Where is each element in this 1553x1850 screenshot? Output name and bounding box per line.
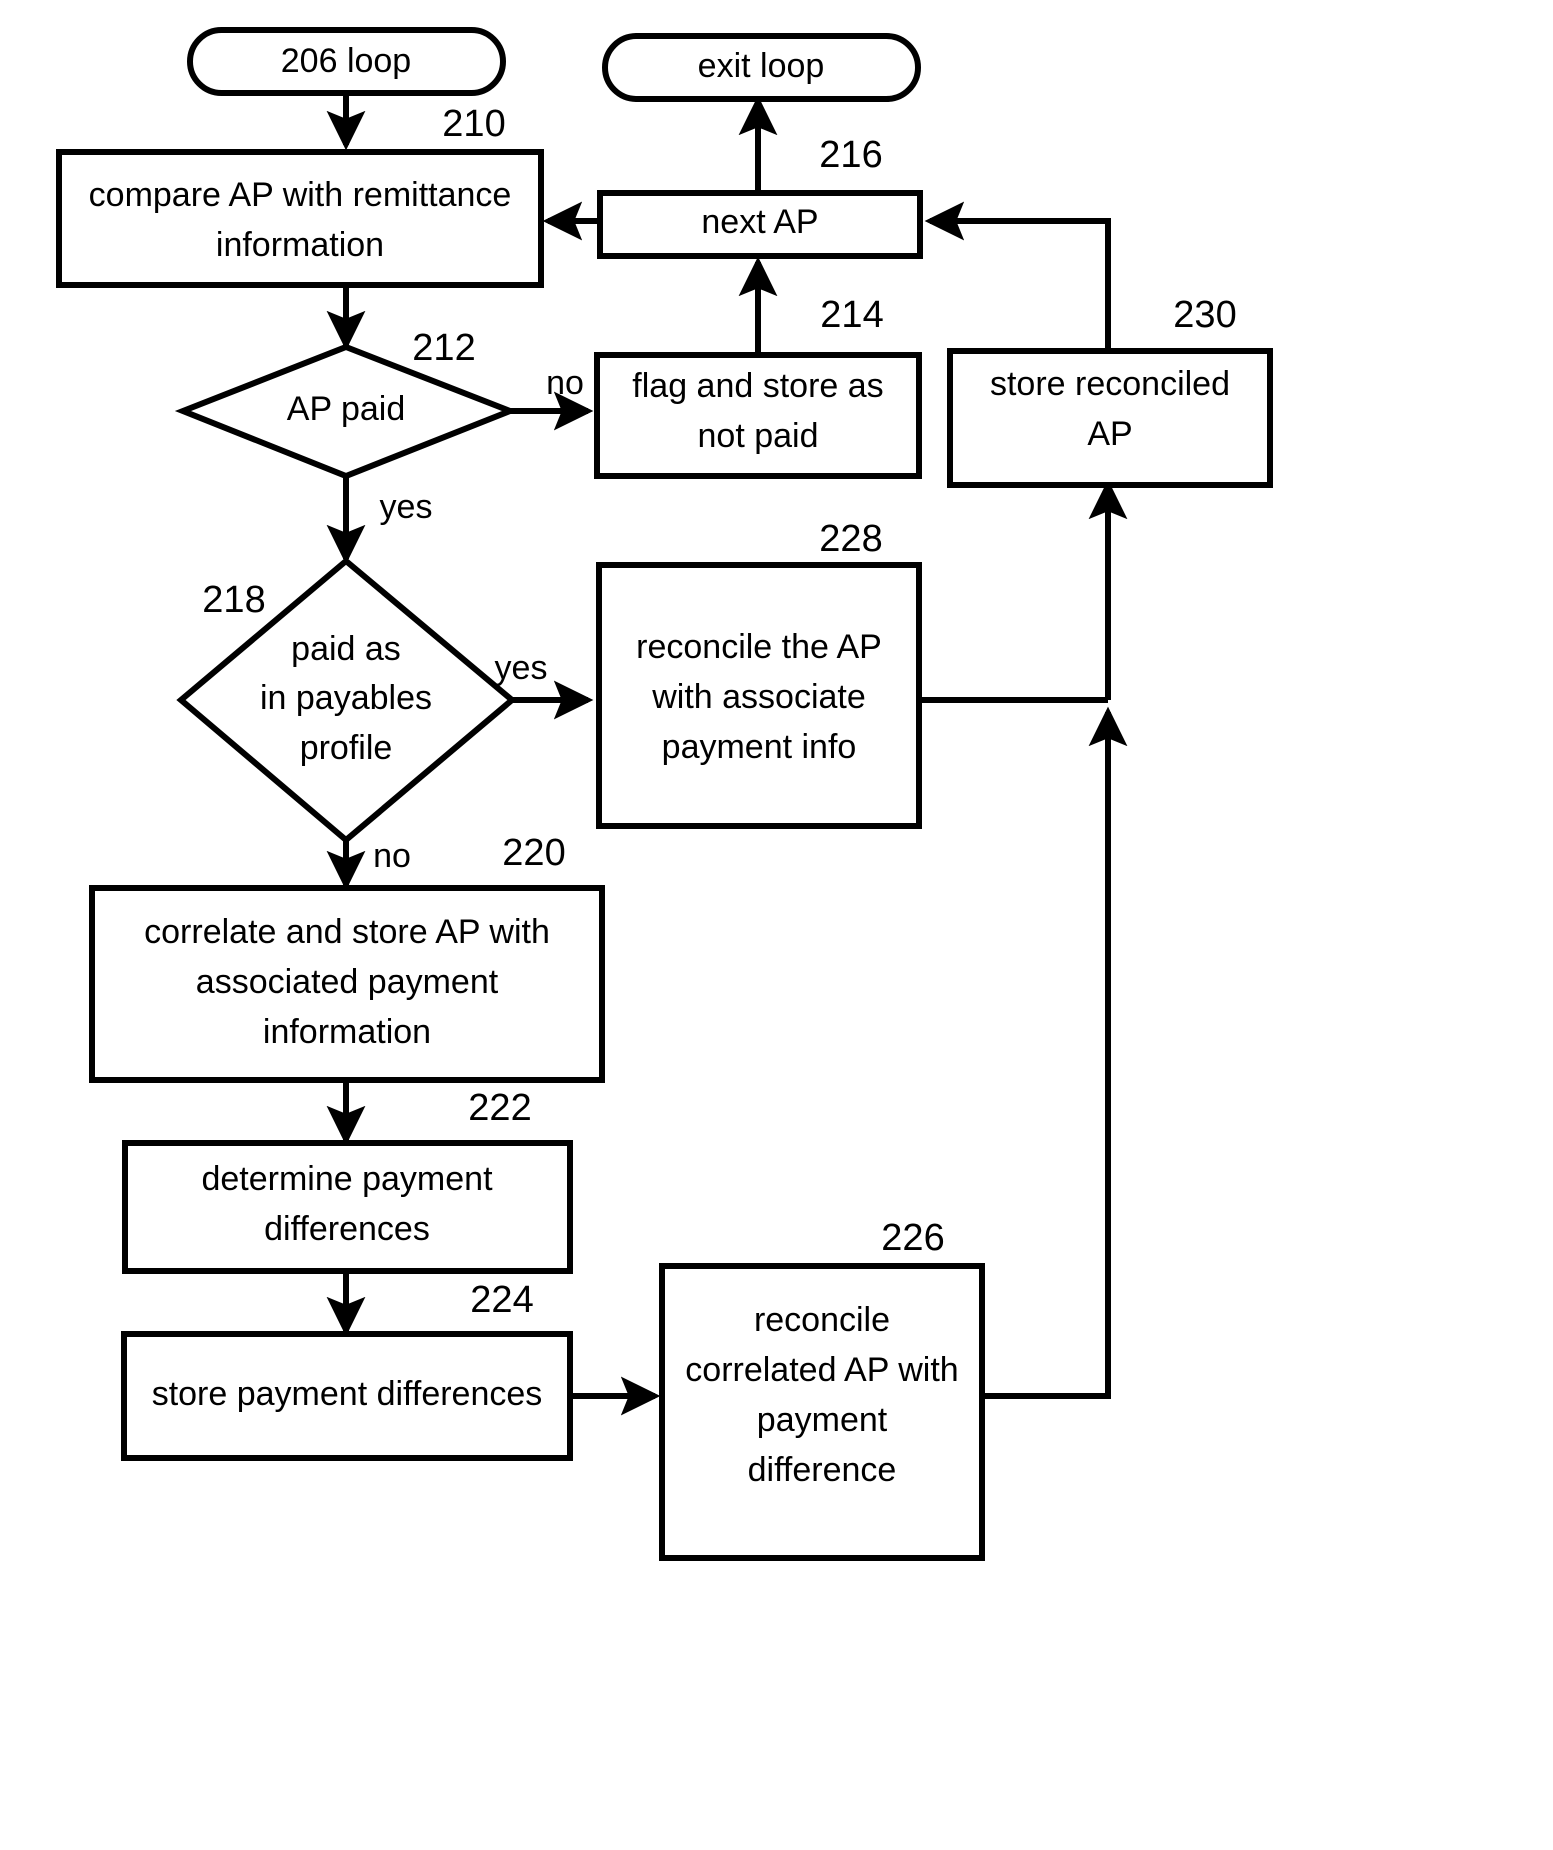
node-214-label-line2: not paid [698,417,819,455]
node-230-label-line1: store reconciled [990,365,1230,403]
node-exit-loop-label: exit loop [698,47,825,85]
node-222-ref: 222 [468,1087,531,1129]
node-220-label-line1: correlate and store AP with [144,913,550,951]
node-214-ref: 214 [820,294,883,336]
node-220-ref: 220 [502,832,565,874]
node-206-loop-label: 206 loop [281,42,411,80]
node-230-label-line2: AP [1087,415,1132,453]
node-228-ref: 228 [819,518,882,560]
node-230-ref: 230 [1173,294,1236,336]
node-218-label-line1: paid as [291,630,401,668]
edge-label-ap-paid-no: no [546,364,584,402]
node-210-label-line2: information [216,226,384,264]
node-222-label-line1: determine payment [201,1160,493,1198]
node-222-label-line2: differences [264,1210,430,1248]
edge-label-payables-yes: yes [495,649,548,687]
node-226-label-line2: correlated AP with [685,1351,958,1389]
node-228-label-line3: payment info [662,728,857,766]
edge-label-payables-no: no [373,837,411,875]
edge-label-ap-paid-yes: yes [380,488,433,526]
node-224-ref: 224 [470,1279,533,1321]
node-210-compare-ap[interactable] [56,149,544,288]
node-210-label-line1: compare AP with remittance [89,176,512,214]
node-216-label-line1: next AP [701,203,818,241]
node-214-label-line1: flag and store as [632,367,883,405]
node-226-label-line1: reconcile [754,1301,890,1339]
node-218-ref: 218 [202,579,265,621]
node-226-label-line4: difference [748,1451,897,1489]
node-218-label-line2: in payables [260,679,432,717]
node-218-label-line3: profile [300,729,393,767]
node-216-ref: 216 [819,134,882,176]
node-226-label-line3: payment [757,1401,888,1439]
node-226-ref: 226 [881,1217,944,1259]
node-210-ref: 210 [442,103,505,145]
node-220-label-line2: associated payment [196,963,499,1001]
node-220-label-line3: information [263,1013,431,1051]
node-224-label-line1: store payment differences [152,1375,543,1413]
node-228-label-line2: with associate [651,678,866,716]
node-212-label-line1: AP paid [287,390,405,428]
edge-226-to-riser [982,706,1128,1399]
node-212-ref: 212 [412,327,475,369]
flowchart-svg: 206 loop exit loop compare AP with remit… [56,27,1273,1561]
flowchart-canvas: 206 loop exit loop compare AP with remit… [0,0,1553,1850]
edge-230-to-216 [924,201,1111,352]
node-228-label-line1: reconcile the AP [636,628,882,666]
